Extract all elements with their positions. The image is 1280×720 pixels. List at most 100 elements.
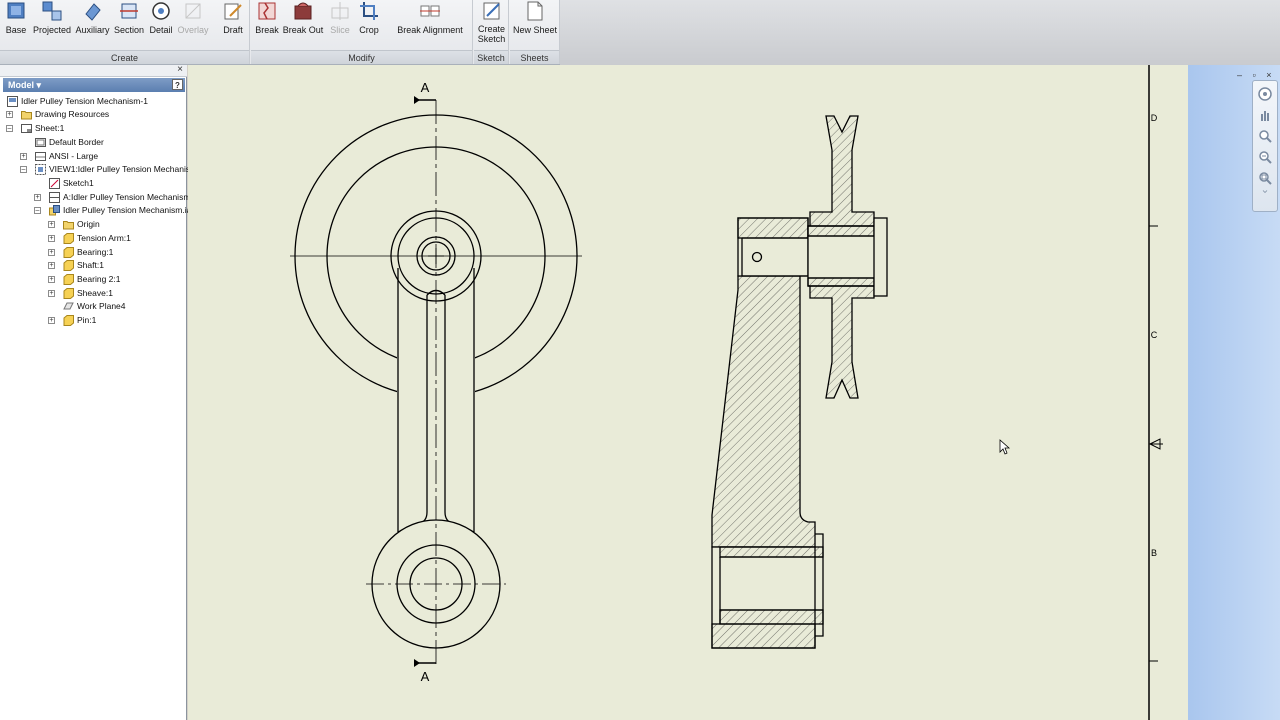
new-sheet-label: New Sheet bbox=[512, 25, 558, 35]
drawing-sheet[interactable]: A A D C B bbox=[188, 65, 1280, 720]
drawing-canvas[interactable]: A A D C B bbox=[188, 65, 1280, 720]
detail-label: Detail bbox=[149, 25, 173, 35]
bearing-bottom bbox=[807, 277, 875, 287]
break-button[interactable]: Break bbox=[253, 0, 281, 50]
tree-label: Tension Arm:1 bbox=[77, 233, 131, 243]
model-dropdown-label: Model bbox=[8, 80, 34, 90]
work-plane-icon bbox=[63, 302, 74, 310]
ribbon: Base Projected Auxiliary Section Detail … bbox=[0, 0, 1280, 65]
tree-label: ANSI - Large bbox=[49, 151, 99, 161]
draft-label: Draft bbox=[223, 25, 243, 35]
arm-section bbox=[711, 275, 816, 548]
collapse-minus-icon[interactable]: – bbox=[6, 125, 13, 132]
expand-plus-icon[interactable]: + bbox=[48, 221, 55, 228]
tree-label: Bearing:1 bbox=[77, 247, 114, 257]
slice-button[interactable]: Slice bbox=[326, 0, 354, 50]
create-sketch-button[interactable]: Create Sketch bbox=[475, 0, 508, 50]
zone-label-d: D bbox=[1151, 113, 1158, 123]
drawing-view-icon bbox=[35, 164, 46, 175]
slice-label: Slice bbox=[330, 25, 350, 35]
front-view[interactable] bbox=[290, 96, 582, 667]
detail-view-button[interactable]: Detail bbox=[146, 0, 176, 50]
break-alignment-label: Break Alignment bbox=[397, 25, 463, 35]
section-view-icon bbox=[120, 3, 138, 19]
model-browser: × Model ▾ ? Idler Pulley Tension Mechani… bbox=[0, 64, 191, 720]
steering-wheel-icon[interactable] bbox=[1257, 86, 1273, 102]
break-out-button[interactable]: Break Out bbox=[282, 0, 324, 50]
crop-button[interactable]: Crop bbox=[355, 0, 383, 50]
browser-close-button[interactable]: × bbox=[177, 64, 183, 75]
expand-plus-icon[interactable]: + bbox=[20, 153, 27, 160]
ribbon-empty-area bbox=[560, 0, 1280, 65]
projected-view-button[interactable]: Projected bbox=[31, 0, 73, 50]
navigation-bar[interactable] bbox=[1252, 80, 1278, 212]
base-view-button[interactable]: Base bbox=[3, 0, 29, 50]
lower-boss-top-hatch bbox=[719, 546, 824, 558]
title-block-icon bbox=[35, 152, 46, 161]
expand-plus-icon[interactable]: + bbox=[6, 111, 13, 118]
bearing-top bbox=[807, 225, 875, 237]
auxiliary-view-button[interactable]: Auxiliary bbox=[74, 0, 111, 50]
expand-plus-icon[interactable]: + bbox=[48, 290, 55, 297]
part-icon bbox=[63, 233, 74, 244]
tree-label: Drawing Resources bbox=[35, 109, 110, 119]
section-view-button[interactable]: Section bbox=[113, 0, 145, 50]
new-sheet-button[interactable]: New Sheet bbox=[512, 0, 558, 50]
overlay-view-button[interactable]: Overlay bbox=[177, 0, 209, 50]
tree-label: Pin:1 bbox=[77, 315, 97, 325]
section-view[interactable] bbox=[711, 115, 888, 649]
tree-label: Default Border bbox=[49, 137, 104, 147]
mouse-cursor-icon bbox=[999, 439, 1011, 455]
collapse-minus-icon[interactable]: – bbox=[20, 166, 27, 173]
expand-plus-icon[interactable]: + bbox=[48, 262, 55, 269]
expand-plus-icon[interactable]: + bbox=[48, 317, 55, 324]
break-out-icon bbox=[294, 2, 312, 20]
app-window: Base Projected Auxiliary Section Detail … bbox=[0, 0, 1280, 720]
projected-label: Projected bbox=[32, 25, 72, 35]
break-alignment-icon bbox=[420, 5, 440, 17]
modify-panel: Break Break Out Slice Crop Break Alignme… bbox=[251, 0, 473, 64]
base-view-icon bbox=[7, 2, 25, 19]
sheet-icon bbox=[21, 124, 32, 133]
collapse-minus-icon[interactable]: – bbox=[34, 207, 41, 214]
section-label: Section bbox=[113, 25, 145, 35]
zoom-window-icon[interactable] bbox=[1257, 149, 1273, 165]
break-out-label: Break Out bbox=[282, 25, 324, 35]
modify-panel-title: Modify bbox=[251, 50, 472, 64]
border-icon bbox=[35, 138, 46, 147]
expand-plus-icon[interactable]: + bbox=[48, 235, 55, 242]
tree-label: VIEW1:Idler Pulley Tension Mechanis bbox=[49, 164, 191, 174]
part-icon bbox=[63, 315, 74, 326]
part-icon bbox=[63, 288, 74, 299]
auxiliary-view-icon bbox=[84, 3, 101, 21]
zoom-all-icon[interactable] bbox=[1257, 170, 1273, 186]
create-panel-title: Create bbox=[0, 50, 249, 64]
hub-top-hatch bbox=[737, 217, 809, 239]
tree-label: Sheave:1 bbox=[77, 288, 113, 298]
tree-label: Work Plane4 bbox=[77, 301, 126, 311]
assembly-icon bbox=[49, 205, 60, 216]
expand-plus-icon[interactable]: + bbox=[34, 194, 41, 201]
window-controls[interactable]: – ▫ × bbox=[1237, 70, 1275, 80]
create-sketch-label-2: Sketch bbox=[477, 34, 506, 44]
part-icon bbox=[63, 247, 74, 258]
part-icon bbox=[63, 274, 74, 285]
overlay-view-icon bbox=[185, 3, 201, 19]
draft-column: Draft bbox=[216, 0, 250, 64]
model-dropdown[interactable]: Model ▾ ? bbox=[3, 78, 185, 92]
sheets-panel-title: Sheets bbox=[510, 50, 559, 64]
draft-view-button[interactable]: Draft bbox=[218, 0, 248, 50]
expand-plus-icon[interactable]: + bbox=[48, 249, 55, 256]
zoom-icon[interactable] bbox=[1257, 128, 1273, 144]
chevron-down-icon[interactable] bbox=[1257, 189, 1273, 197]
expand-plus-icon[interactable]: + bbox=[48, 276, 55, 283]
slice-icon bbox=[331, 2, 349, 20]
folder-icon bbox=[21, 111, 32, 120]
tree-label: Idler Pulley Tension Mechanism.ia bbox=[63, 205, 192, 215]
tree-label: Shaft:1 bbox=[77, 260, 104, 270]
break-alignment-button[interactable]: Break Alignment bbox=[391, 0, 469, 50]
help-icon[interactable]: ? bbox=[172, 79, 183, 90]
drawing-document-icon bbox=[7, 96, 18, 107]
pan-icon[interactable] bbox=[1257, 107, 1273, 123]
create-panel: Base Projected Auxiliary Section Detail … bbox=[0, 0, 250, 64]
